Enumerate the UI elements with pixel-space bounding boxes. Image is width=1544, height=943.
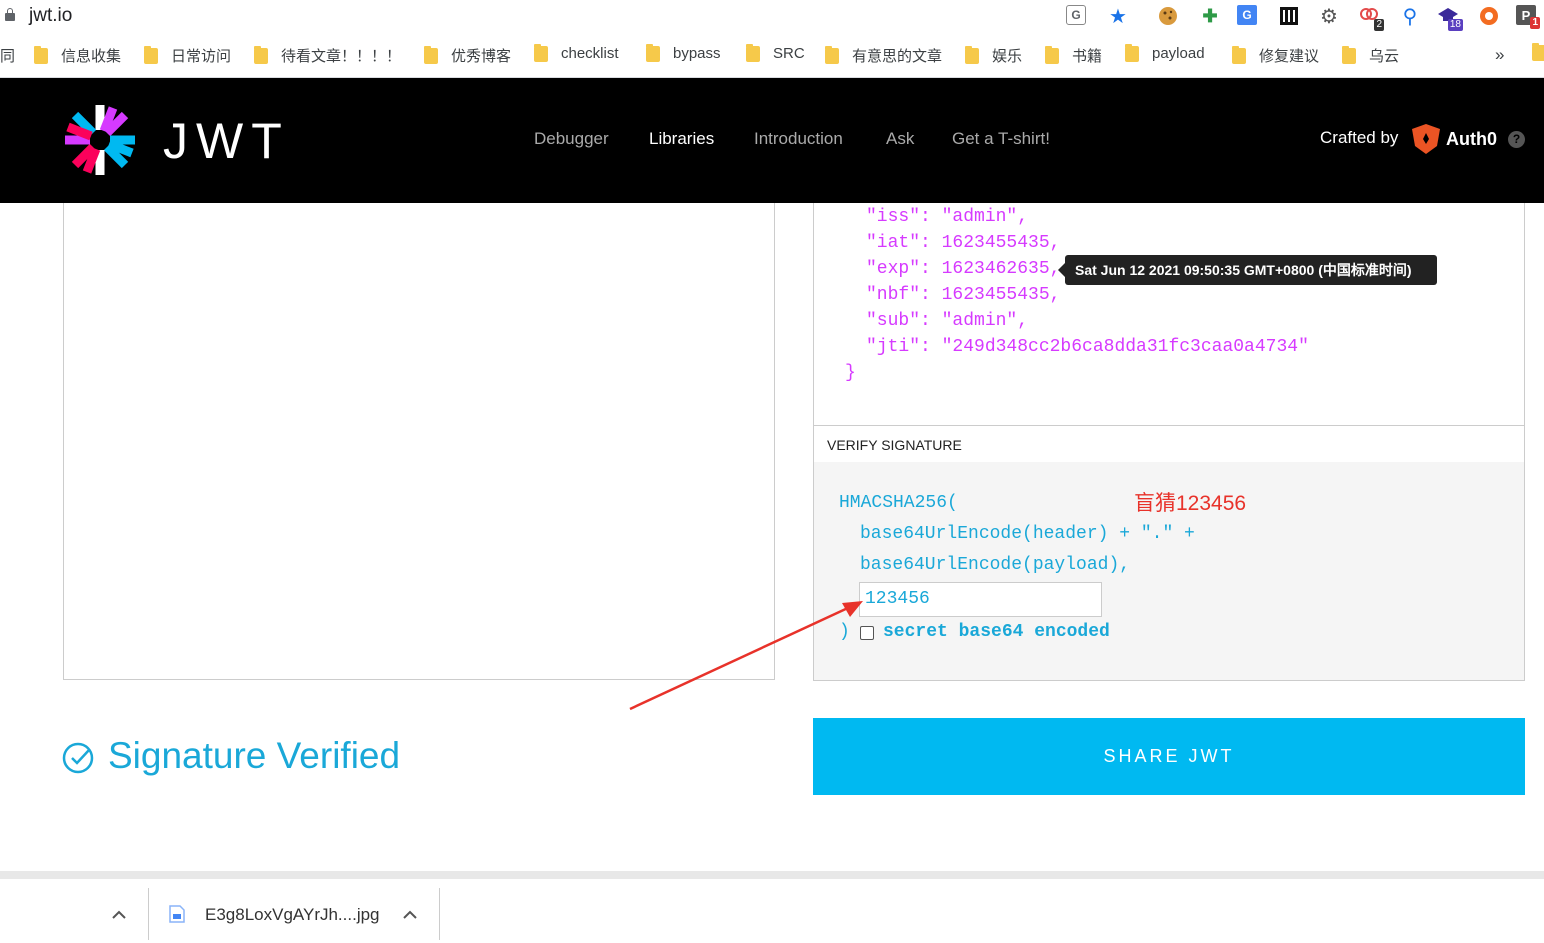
bookmark-item[interactable]: 乌云 xyxy=(1342,45,1399,66)
share-jwt-button[interactable]: SHARE JWT xyxy=(813,718,1525,795)
bookmark-item[interactable] xyxy=(1532,43,1544,61)
base64-label[interactable]: secret base64 encoded xyxy=(883,622,1110,642)
plus-extension-icon[interactable]: ✚ xyxy=(1199,5,1221,27)
bookmark-item[interactable]: 日常访问 xyxy=(144,45,231,66)
signature-verified-text: Signature Verified xyxy=(108,735,401,776)
check-circle-icon xyxy=(62,741,96,780)
lock-icon xyxy=(5,8,15,21)
jwt-logo-icon[interactable] xyxy=(63,103,137,182)
folder-icon xyxy=(825,45,839,64)
pin-icon[interactable]: ⚲ xyxy=(1399,5,1421,28)
folder-icon xyxy=(1532,43,1544,61)
nav-introduction[interactable]: Introduction xyxy=(754,129,843,149)
divider xyxy=(439,888,440,940)
bookmark-partial[interactable]: 同 xyxy=(0,45,15,66)
bookmark-item[interactable]: 优秀博客 xyxy=(424,45,511,66)
crafted-by-label: Crafted by xyxy=(1320,128,1399,147)
folder-icon xyxy=(746,43,760,62)
exp-date-tooltip: Sat Jun 12 2021 09:50:35 GMT+0800 (中国标准时… xyxy=(1058,255,1437,285)
folder-icon xyxy=(1342,45,1356,64)
payload-line: "sub": "admin", xyxy=(866,311,1029,331)
payload-closing-brace: } xyxy=(845,363,856,383)
links-extension-icon[interactable]: 2 xyxy=(1358,5,1384,31)
address-bar[interactable]: jwt.io G ★ ✚ G ⚙ 2 ⚲ 18 P 1 xyxy=(0,0,1544,33)
bookmark-item[interactable]: 修复建议 xyxy=(1232,45,1319,66)
folder-icon xyxy=(1125,43,1139,62)
folder-icon xyxy=(646,43,660,62)
hmac-header-line: base64UrlEncode(header) + "." + xyxy=(860,524,1195,544)
bookmark-item[interactable]: SRC xyxy=(746,43,805,62)
star-icon[interactable]: ★ xyxy=(1107,5,1129,28)
links-badge: 2 xyxy=(1374,19,1384,31)
bookmark-item[interactable]: bypass xyxy=(646,43,721,62)
cap-extension-icon[interactable]: 18 xyxy=(1437,5,1463,31)
payload-line: "iss": "admin", xyxy=(866,207,1029,227)
annotation-text: 盲猜123456 xyxy=(1134,492,1247,515)
download-file-name[interactable]: E3g8LoxVgAYrJh....jpg xyxy=(205,905,380,925)
gear-extension-icon[interactable]: ⚙ xyxy=(1318,5,1340,28)
auth0-text[interactable]: Auth0 xyxy=(1446,129,1497,150)
bookmark-item[interactable]: payload xyxy=(1125,43,1205,62)
bookmark-item[interactable]: 书籍 xyxy=(1045,45,1102,66)
chevron-up-icon[interactable] xyxy=(403,905,417,925)
payload-line: "iat": 1623455435, xyxy=(866,233,1061,253)
folder-icon xyxy=(424,45,438,64)
bookmarks-bar: 同 信息收集 日常访问 待看文章！！！！ 优秀博客 checklist bypa… xyxy=(0,33,1544,78)
p-badge: 1 xyxy=(1530,17,1540,29)
secret-input[interactable]: 123456 xyxy=(859,582,1102,617)
chevron-up-icon[interactable] xyxy=(112,905,126,925)
folder-icon xyxy=(1232,45,1246,64)
url-text[interactable]: jwt.io xyxy=(29,5,72,27)
auth0-logo-icon[interactable] xyxy=(1412,124,1440,159)
payload-line: "exp": 1623462635, xyxy=(866,259,1061,279)
annotation-arrow xyxy=(629,601,863,711)
folder-icon xyxy=(1045,45,1059,64)
bookmark-item[interactable]: 有意思的文章 xyxy=(825,45,942,66)
nav-libraries[interactable]: Libraries xyxy=(649,129,714,149)
p-extension-icon[interactable]: P 1 xyxy=(1516,5,1540,29)
nav-debugger[interactable]: Debugger xyxy=(534,129,609,149)
folder-icon xyxy=(254,45,268,64)
bookmark-item[interactable]: 娱乐 xyxy=(965,45,1022,66)
translate-icon[interactable]: G xyxy=(1066,5,1086,25)
file-image-icon xyxy=(169,905,185,928)
folder-icon xyxy=(534,43,548,62)
jwt-logo-text[interactable]: JWT xyxy=(163,112,290,170)
lifebuoy-icon[interactable] xyxy=(1478,5,1500,27)
cap-badge: 18 xyxy=(1447,19,1463,31)
folder-icon xyxy=(965,45,979,64)
more-bookmarks-button[interactable]: » xyxy=(1495,45,1504,65)
google-translate-icon[interactable]: G xyxy=(1237,5,1257,25)
nav-tshirt[interactable]: Get a T-shirt! xyxy=(952,129,1050,149)
bookmark-item[interactable]: 待看文章！！！！ xyxy=(254,45,401,66)
nav-ask[interactable]: Ask xyxy=(886,129,914,149)
folder-icon xyxy=(34,45,48,64)
payload-line: "jti": "249d348cc2b6ca8dda31fc3caa0a4734… xyxy=(866,337,1309,357)
hmac-payload-line: base64UrlEncode(payload), xyxy=(860,555,1131,575)
folder-icon xyxy=(144,45,158,64)
verify-signature-heading: VERIFY SIGNATURE xyxy=(813,425,1525,463)
divider xyxy=(148,888,149,940)
help-icon[interactable]: ? xyxy=(1508,131,1525,148)
columns-icon[interactable] xyxy=(1278,5,1300,27)
payload-line: "nbf": 1623455435, xyxy=(866,285,1061,305)
cookie-icon[interactable] xyxy=(1157,5,1179,27)
hmac-function: HMACSHA256( xyxy=(839,493,958,513)
bookmark-item[interactable]: checklist xyxy=(534,43,619,62)
bookmark-item[interactable]: 信息收集 xyxy=(34,45,121,66)
